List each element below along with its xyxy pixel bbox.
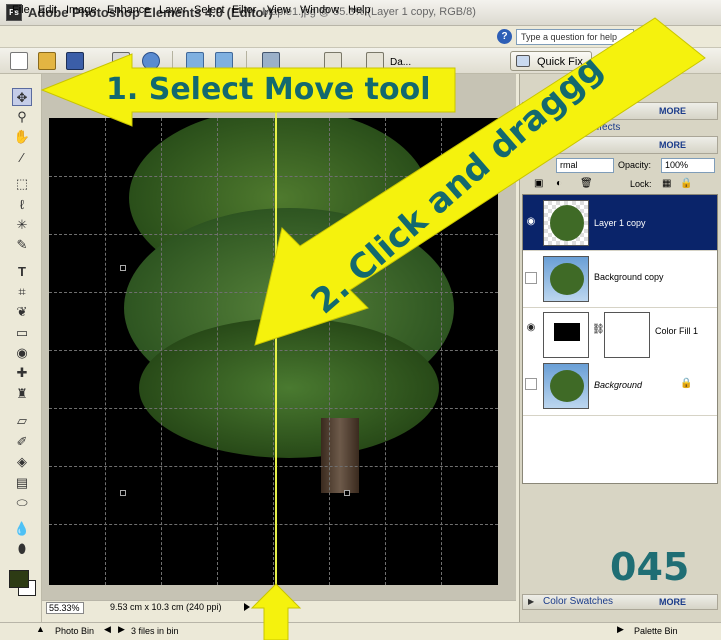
step1-label: 1. Select Move tool xyxy=(106,72,431,107)
drag-arrow xyxy=(250,583,302,640)
tutorial-counter: 045 xyxy=(610,545,690,589)
